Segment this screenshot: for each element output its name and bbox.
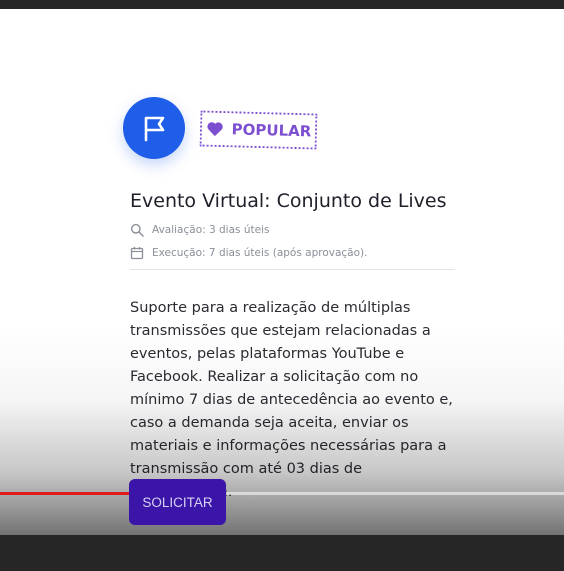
evaluation-text: Avaliação: 3 dias úteis [152, 224, 270, 236]
search-icon [130, 223, 144, 237]
divider [130, 269, 455, 270]
solicitar-button[interactable]: SOLICITAR [129, 479, 226, 525]
video-bottom-bar [0, 535, 564, 571]
card-title: Evento Virtual: Conjunto de Lives [130, 190, 447, 212]
execution-text: Execução: 7 dias úteis (após aprovação). [152, 247, 368, 259]
execution-info: Execução: 7 dias úteis (após aprovação). [130, 246, 367, 260]
video-top-bar [0, 0, 564, 9]
popular-badge: POPULAR [199, 110, 318, 150]
heart-icon [207, 122, 223, 137]
card-description: Suporte para a realização de múltiplas t… [130, 300, 453, 500]
evaluation-info: Avaliação: 3 dias úteis [130, 223, 269, 237]
calendar-icon [130, 247, 144, 260]
video-frame[interactable]: POPULAR Evento Virtual: Conjunto de Live… [0, 9, 564, 535]
badge-label: POPULAR [231, 120, 312, 141]
flag-icon [123, 97, 185, 159]
